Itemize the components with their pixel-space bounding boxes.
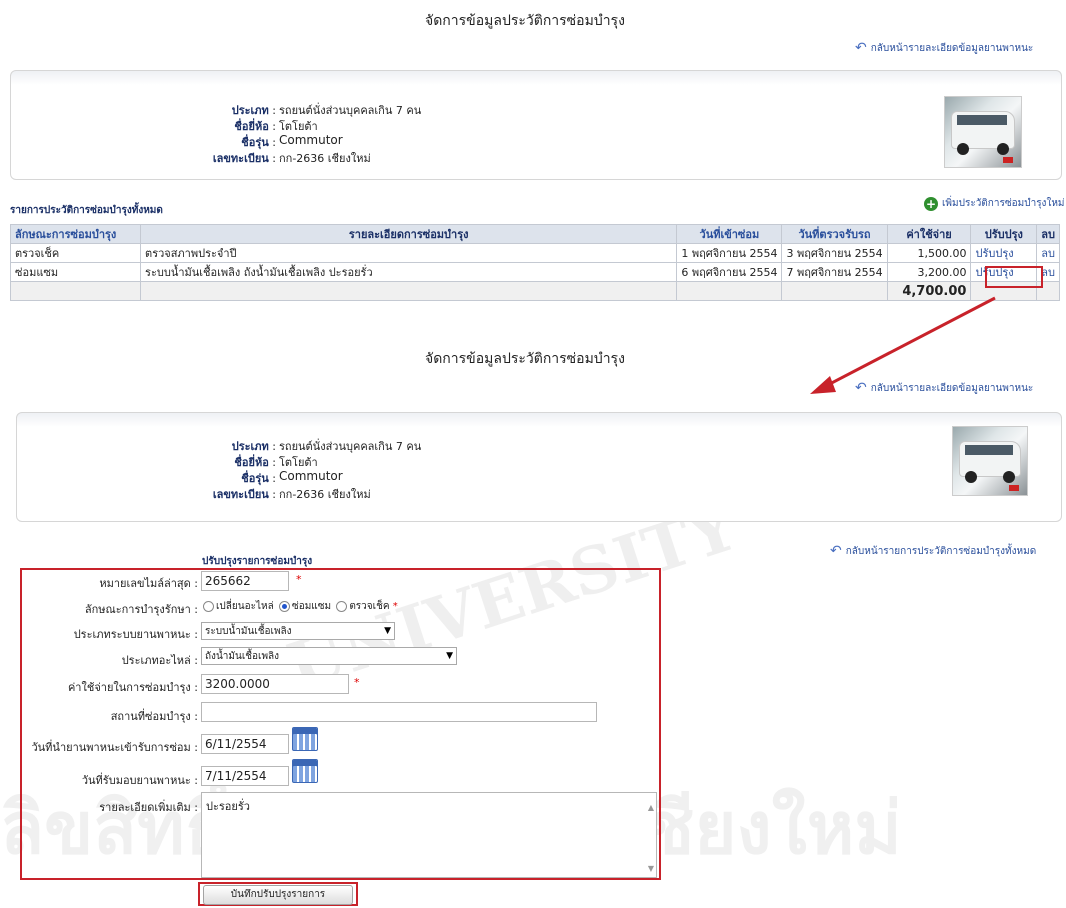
table-row: ซ่อมแซม ระบบน้ำมันเชื้อเพลิง ถังน้ำมันเช… [9, 262, 1060, 282]
row-in-date: 1 พฤศจิกายน 2554 [676, 243, 783, 263]
col-header-edit: ปรับปรุง [970, 224, 1038, 244]
return-date-input[interactable]: 7/11/2554 [201, 766, 289, 786]
vehicle-type-label: ประเภท [231, 104, 269, 117]
radio-replace-part[interactable] [203, 600, 214, 612]
col-header-cost: ค่าใช้จ่าย [886, 224, 972, 244]
cost-label: ค่าใช้จ่ายในการซ่อมบำรุง : [67, 681, 198, 694]
system-type-select[interactable]: ระบบน้ำมันเชื้อเพลิง ▼ [201, 622, 395, 640]
col-header-type[interactable]: ลักษณะการซ่อมบำรุง [9, 224, 142, 244]
part-type-label: ประเภทอะไหล่ : [121, 654, 198, 667]
row-cost: 3,200.00 [886, 262, 972, 282]
radio-inspect-label: ตรวจเช็ค [349, 601, 390, 612]
page-title: จัดการข้อมูลประวัติการซ่อมบำรุง [425, 13, 625, 29]
vehicle-type-label-2: ประเภท [231, 440, 269, 453]
col-header-delete: ลบ [1036, 224, 1060, 244]
cost-required-mark: * [354, 676, 360, 689]
row-detail: ตรวจสภาพประจำปี [140, 243, 678, 263]
vehicle-plate-value-2: กก-2636 เชียงใหม่ [279, 488, 371, 501]
row-cost: 1,500.00 [886, 243, 972, 263]
place-input[interactable] [201, 702, 597, 722]
kind-label: ลักษณะการบำรุงรักษา : [84, 603, 198, 616]
radio-repair-label: ซ่อมแซม [291, 601, 332, 612]
vehicle-plate-row: เลขทะเบียน : [212, 152, 276, 165]
row-edit-link[interactable]: ปรับปรุง [975, 266, 1013, 279]
back-arrow-icon: ↶ [855, 380, 867, 396]
notes-value: ปะรอยรั่ว [206, 800, 250, 813]
vehicle-brand-label: ชื่อยี่ห้อ [234, 120, 269, 133]
vehicle-model-value: Commutor [279, 133, 343, 147]
place-label: สถานที่ซ่อมบำรุง : [110, 710, 198, 723]
mileage-label: หมายเลขไมล์ล่าสุด : [99, 577, 198, 590]
send-date-input[interactable]: 6/11/2554 [201, 734, 289, 754]
vehicle-info-card: ประเภท : รถยนต์นั่งส่วนบุคคลเกิน 7 คน ชื… [10, 70, 1062, 180]
row-type: ซ่อมแซม [9, 262, 142, 282]
calendar-icon[interactable] [292, 759, 318, 783]
vehicle-photo-2 [952, 426, 1028, 496]
radio-replace-part-label: เปลี่ยนอะไหล่ [216, 601, 274, 612]
col-header-out-date[interactable]: วันที่ตรวจรับรถ [781, 224, 888, 244]
vehicle-model-label-2: ชื่อรุ่น [241, 472, 269, 485]
back-to-vehicle-text-2[interactable]: กลับหน้ารายละเอียดข้อมูลยานพาหนะ [871, 381, 1034, 396]
vehicle-model-label: ชื่อรุ่น [241, 136, 269, 149]
vehicle-plate-value: กก-2636 เชียงใหม่ [279, 152, 371, 165]
save-update-button[interactable]: บันทึกปรับปรุงรายการ [203, 885, 353, 905]
system-type-value: ระบบน้ำมันเชื้อเพลิง [205, 625, 292, 637]
chevron-down-icon: ▼ [446, 651, 453, 661]
scroll-down-icon[interactable]: ▼ [648, 864, 654, 873]
vehicle-model-value-2: Commutor [279, 469, 343, 483]
vehicle-brand-label-2: ชื่อยี่ห้อ [234, 456, 269, 469]
col-header-detail: รายละเอียดการซ่อมบำรุง [140, 224, 678, 244]
part-type-value: ถังน้ำมันเชื้อเพลิง [205, 650, 280, 662]
row-delete-link[interactable]: ลบ [1041, 266, 1055, 279]
table-header-row: ลักษณะการซ่อมบำรุง รายละเอียดการซ่อมบำรุ… [9, 224, 1060, 244]
part-type-select[interactable]: ถังน้ำมันเชื้อเพลิง ▼ [201, 647, 457, 665]
scroll-up-icon[interactable]: ▲ [648, 803, 654, 812]
back-to-vehicle-link[interactable]: ↶ กลับหน้ารายละเอียดข้อมูลยานพาหนะ [855, 40, 1033, 56]
row-type: ตรวจเช็ค [9, 243, 142, 263]
cost-input[interactable]: 3200.0000 [201, 674, 349, 694]
back-to-history-text[interactable]: กลับหน้ารายการประวัติการซ่อมบำรุงทั้งหมด [846, 544, 1036, 559]
back-to-history-link[interactable]: ↶ กลับหน้ารายการประวัติการซ่อมบำรุงทั้งห… [830, 543, 1036, 559]
table-row: ตรวจเช็ค ตรวจสภาพประจำปี 1 พฤศจิกายน 255… [9, 243, 1060, 263]
notes-label: รายละเอียดเพิ่มเติม : [99, 801, 198, 814]
kind-required-mark: * [392, 601, 398, 612]
row-in-date: 6 พฤศจิกายน 2554 [676, 262, 783, 282]
calendar-icon[interactable] [292, 727, 318, 751]
mileage-required-mark: * [296, 573, 302, 586]
add-plus-icon: + [924, 196, 938, 211]
row-out-date: 3 พฤศจิกายน 2554 [781, 243, 888, 263]
radio-inspect[interactable] [336, 600, 348, 612]
notes-textarea[interactable]: ปะรอยรั่ว ▲ ▼ [201, 792, 657, 878]
chevron-down-icon: ▼ [384, 626, 391, 636]
back-to-vehicle-text[interactable]: กลับหน้ารายละเอียดข้อมูลยานพาหนะ [871, 41, 1034, 56]
watermark-university: UNIVERSITY [279, 489, 746, 706]
form-heading: ปรับปรุงรายการซ่อมบำรุง [202, 556, 313, 567]
kind-radio-group: เปลี่ยนอะไหล่ ซ่อมแซม ตรวจเช็ค * [201, 599, 398, 614]
row-edit-link[interactable]: ปรับปรุง [975, 247, 1013, 260]
system-type-label: ประเภทระบบยานพาหนะ : [73, 628, 198, 641]
back-to-vehicle-link-2[interactable]: ↶ กลับหน้ารายละเอียดข้อมูลยานพาหนะ [855, 380, 1033, 396]
vehicle-plate-label-2: เลขทะเบียน [212, 488, 269, 501]
return-date-label: วันที่รับมอบยานพาหนะ : [81, 774, 198, 787]
add-history-text[interactable]: เพิ่มประวัติการซ่อมบำรุงใหม่ [942, 196, 1065, 211]
vehicle-info-card-2: ประเภท : รถยนต์นั่งส่วนบุคคลเกิน 7 คน ชื… [16, 412, 1062, 522]
history-list-heading: รายการประวัติการซ่อมบำรุงทั้งหมด [10, 205, 163, 216]
page-title-edit: จัดการข้อมูลประวัติการซ่อมบำรุง [425, 351, 625, 367]
mileage-input[interactable]: 265662 [201, 571, 289, 591]
row-detail: ระบบน้ำมันเชื้อเพลิง ถังน้ำมันเชื้อเพลิง… [140, 262, 678, 282]
col-header-in-date[interactable]: วันที่เข้าซ่อม [676, 224, 783, 244]
vehicle-plate-row-2: เลขทะเบียน : [212, 488, 276, 501]
vehicle-photo [944, 96, 1022, 168]
back-arrow-icon: ↶ [830, 543, 842, 559]
send-date-label: วันที่นำยานพาหนะเข้ารับการซ่อม : [31, 741, 198, 754]
vehicle-plate-label: เลขทะเบียน [212, 152, 269, 165]
row-delete-link[interactable]: ลบ [1041, 247, 1055, 260]
radio-repair[interactable] [278, 600, 290, 612]
row-out-date: 7 พฤศจิกายน 2554 [781, 262, 888, 282]
back-arrow-icon: ↶ [855, 40, 867, 56]
add-history-link[interactable]: + เพิ่มประวัติการซ่อมบำรุงใหม่ [924, 196, 1065, 211]
